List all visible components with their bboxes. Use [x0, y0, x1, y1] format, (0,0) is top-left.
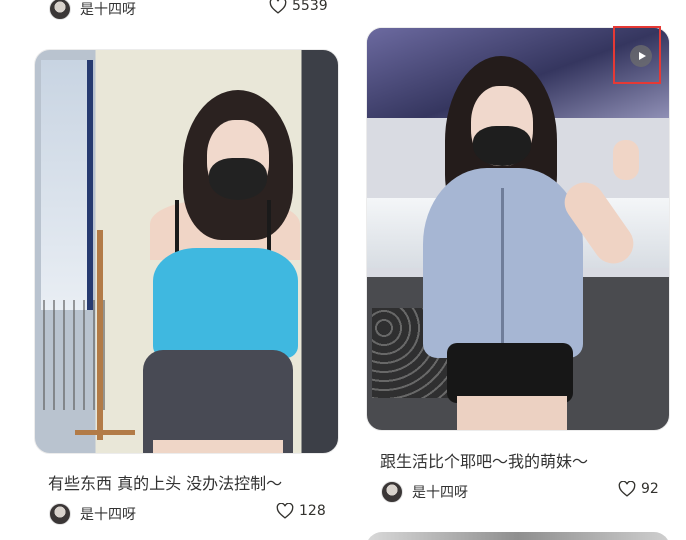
cover-bg-stand-base — [75, 430, 135, 435]
cover-figure-shorts — [447, 343, 573, 403]
top-author[interactable]: 是十四呀 — [49, 0, 136, 20]
cover-figure-shorts — [143, 350, 293, 453]
heart-outline-icon[interactable] — [269, 0, 287, 14]
avatar[interactable] — [381, 481, 403, 503]
like-button[interactable]: 92 — [618, 481, 659, 497]
note-cover-video[interactable] — [366, 27, 670, 431]
cover-figure-zip — [501, 188, 504, 348]
note-title[interactable]: 跟生活比个耶吧～我的萌妹～ — [380, 448, 588, 472]
note-author[interactable]: 是十四呀 — [381, 481, 468, 503]
cover-figure-strap — [175, 200, 179, 255]
note-cover-image[interactable] — [34, 49, 339, 454]
video-play-button[interactable] — [630, 45, 652, 67]
heart-outline-icon[interactable] — [618, 481, 636, 497]
author-name[interactable]: 是十四呀 — [412, 482, 468, 502]
author-name[interactable]: 是十四呀 — [80, 0, 136, 19]
avatar[interactable] — [49, 503, 71, 525]
top-like-button[interactable]: 5539 — [269, 0, 328, 14]
like-button[interactable]: 128 — [276, 503, 326, 519]
heart-outline-icon[interactable] — [276, 503, 294, 519]
cover-bg-window — [41, 60, 93, 310]
play-icon — [638, 52, 646, 60]
cover-bg-railing — [35, 300, 105, 410]
cover-figure-legs — [153, 440, 283, 453]
note-title[interactable]: 有些东西 真的上头 没办法控制～ — [48, 470, 282, 494]
like-count: 128 — [299, 503, 326, 519]
cover-figure-hand — [613, 140, 639, 180]
cover-figure-legs — [457, 396, 567, 430]
like-count: 92 — [641, 481, 659, 497]
cover-figure-strap — [267, 200, 271, 255]
cover-bg-stand — [97, 230, 103, 440]
cover-figure-mask — [209, 158, 267, 200]
cover-figure-mask — [473, 126, 531, 166]
note-author[interactable]: 是十四呀 — [49, 503, 136, 525]
next-note-cover[interactable] — [366, 532, 670, 540]
author-name[interactable]: 是十四呀 — [80, 504, 136, 524]
cover-figure-top — [153, 248, 298, 358]
avatar[interactable] — [49, 0, 71, 20]
feed-page: 是十四呀 5539 有些东西 真的上头 没办法控制～ 是十四呀 128 跟生活比… — [0, 0, 686, 540]
like-count: 5539 — [292, 0, 328, 14]
